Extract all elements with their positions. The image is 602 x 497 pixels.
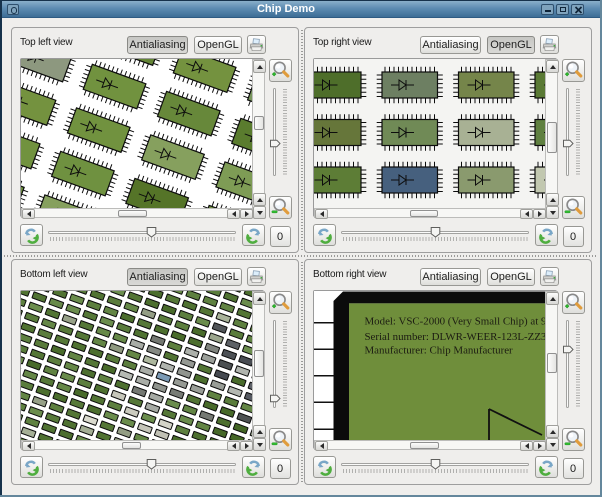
svg-text:Manufacturer: Chip Manufacture: Manufacturer: Chip Manufacturer bbox=[365, 345, 514, 357]
svg-text:Serial number: DLWR-WEER-123L-: Serial number: DLWR-WEER-123L-ZZ333 bbox=[365, 331, 546, 343]
svg-text:Model: VSC-2000 (Very Small Ch: Model: VSC-2000 (Very Small Chip) at 9 bbox=[365, 316, 546, 328]
